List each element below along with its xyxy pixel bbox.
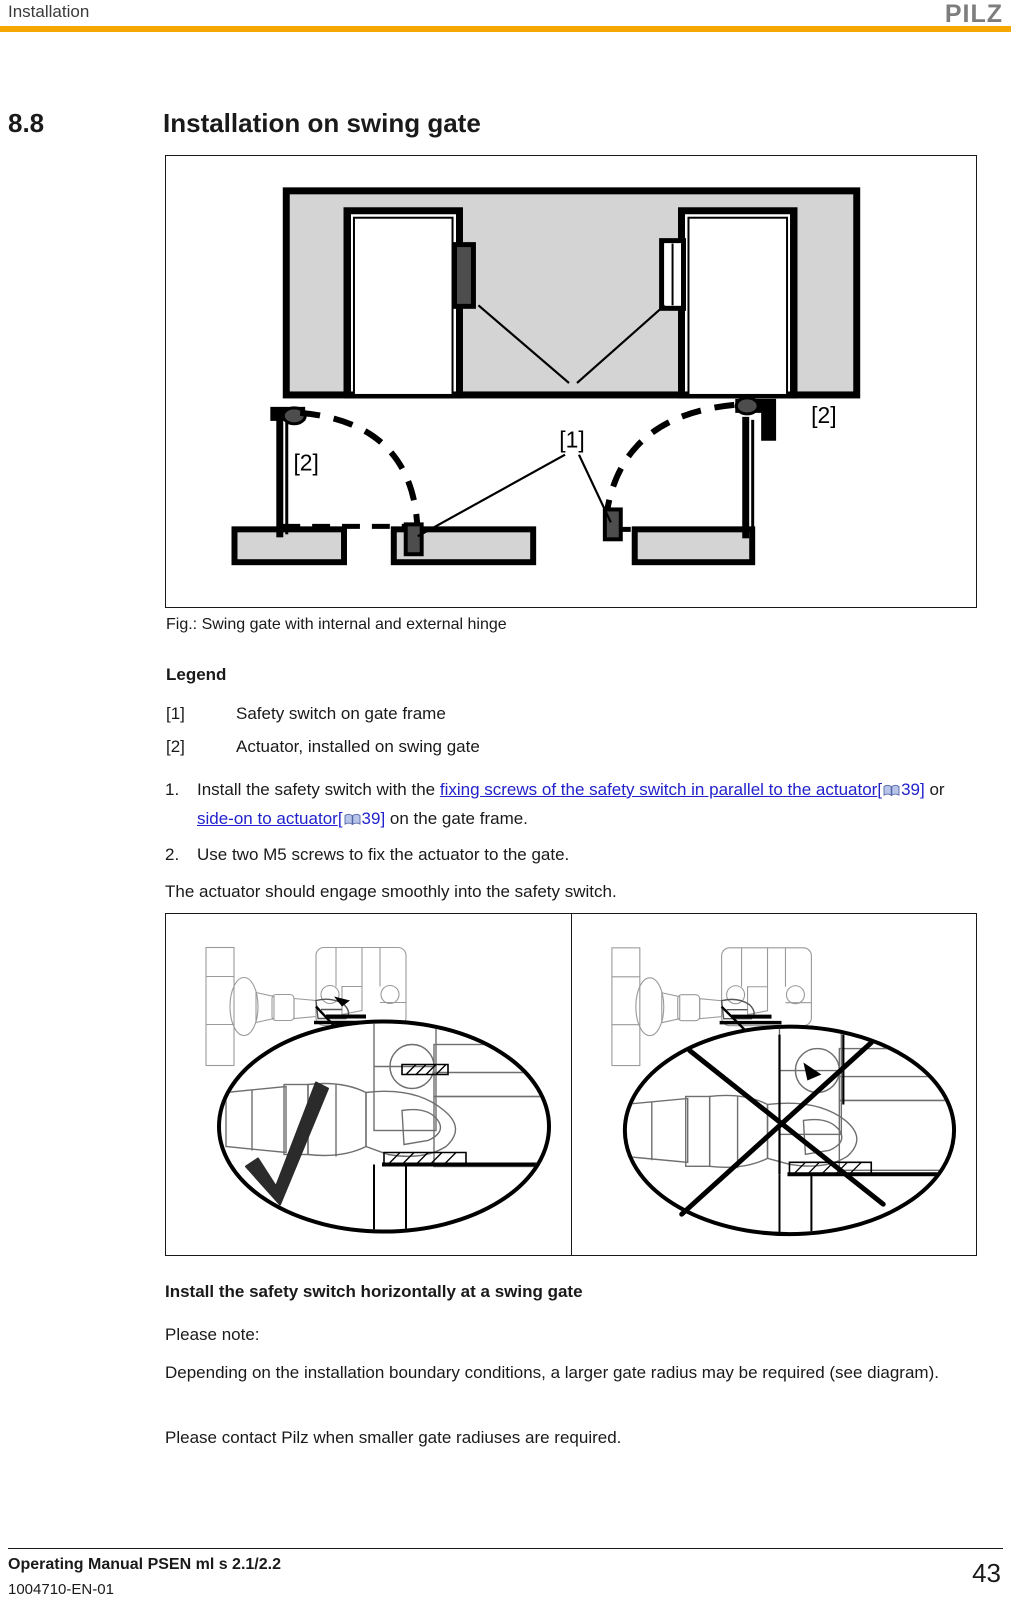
step-body: Install the safety switch with the fixin…	[197, 775, 977, 833]
paragraph-contact-pilz: Please contact Pilz when smaller gate ra…	[165, 1428, 622, 1447]
instruction-step: 2. Use two M5 screws to fix the actuator…	[165, 840, 977, 869]
magnifier-ellipse-correct	[217, 1019, 551, 1234]
page-header: Installation PILZ	[0, 0, 1011, 32]
page-title: 8.8 Installation on swing gate	[8, 108, 998, 142]
page-number: 43	[972, 1558, 1001, 1588]
safety-switch-left	[452, 242, 476, 309]
legend-item-value: Safety switch on gate frame	[236, 704, 446, 723]
pilz-logo: PILZ	[944, 0, 1003, 28]
link-side-on-to-actuator[interactable]: side-on to actuator	[197, 809, 338, 828]
step-text-suffix: on the gate frame.	[385, 809, 528, 828]
paragraph-engage: The actuator should engage smoothly into…	[165, 882, 617, 901]
swing-gate-figure: [1] [2] [2]	[165, 155, 977, 608]
callout-switch-label: [1]	[559, 427, 584, 453]
gate-leaf-right	[742, 416, 750, 539]
ref-page-number: 39	[361, 809, 381, 828]
installation-comparison-figure	[165, 913, 977, 1256]
section-title: Installation on swing gate	[163, 108, 481, 138]
instruction-step: 1. Install the safety switch with the fi…	[165, 775, 977, 833]
comparison-cell-incorrect	[571, 914, 976, 1255]
book-icon	[344, 813, 360, 826]
footer-document-number: 1004710-EN-01	[8, 1581, 114, 1598]
cross-reference-1[interactable]: [ 39]	[877, 780, 924, 799]
legend-heading: Legend	[166, 665, 227, 684]
step-text-middle: or	[924, 780, 945, 799]
step-number: 2.	[165, 845, 180, 864]
paragraph-depending: Depending on the installation boundary c…	[165, 1363, 939, 1382]
ref-bracket-open: [	[877, 780, 883, 799]
legend-item-key: [1]	[166, 704, 185, 723]
swing-arc-right	[601, 401, 735, 533]
book-icon	[883, 784, 900, 797]
header-accent-rule	[0, 26, 1011, 32]
footer-divider	[8, 1548, 1003, 1549]
cross-reference-2[interactable]: [ 39]	[338, 809, 385, 828]
step-number: 1.	[165, 780, 180, 799]
comparison-cell-correct	[166, 914, 571, 1255]
callout-actuator-right-label: [2]	[811, 402, 836, 428]
paragraph-please-note: Please note:	[165, 1325, 260, 1344]
link-fixing-screws-parallel[interactable]: fixing screws of the safety switch in pa…	[440, 780, 877, 799]
header-chapter-title: Installation	[8, 2, 90, 21]
step-body: Use two M5 screws to fix the actuator to…	[197, 845, 570, 864]
hinge-pin-right	[734, 396, 760, 416]
gate-leaf-left	[276, 409, 284, 538]
section-number: 8.8	[8, 108, 45, 138]
callout-actuator-left-label: [2]	[293, 450, 318, 476]
subheading-horizontal-install: Install the safety switch horizontally a…	[165, 1282, 583, 1301]
ref-page-number: 39	[901, 780, 920, 799]
legend-item-value: Actuator, installed on swing gate	[236, 737, 480, 756]
swing-gate-diagram: [1] [2] [2]	[231, 187, 861, 566]
correct-installation-drawing	[205, 946, 551, 1234]
legend-item-key: [2]	[166, 737, 185, 756]
incorrect-installation-drawing	[611, 947, 957, 1237]
actuator-left-closed	[403, 522, 424, 557]
figure-caption: Fig.: Swing gate with internal and exter…	[166, 616, 507, 633]
ref-bracket-open: [	[337, 809, 343, 828]
footer-manual-title: Operating Manual PSEN ml s 2.1/2.2	[8, 1556, 281, 1573]
step-text-prefix: Install the safety switch with the	[197, 780, 440, 799]
